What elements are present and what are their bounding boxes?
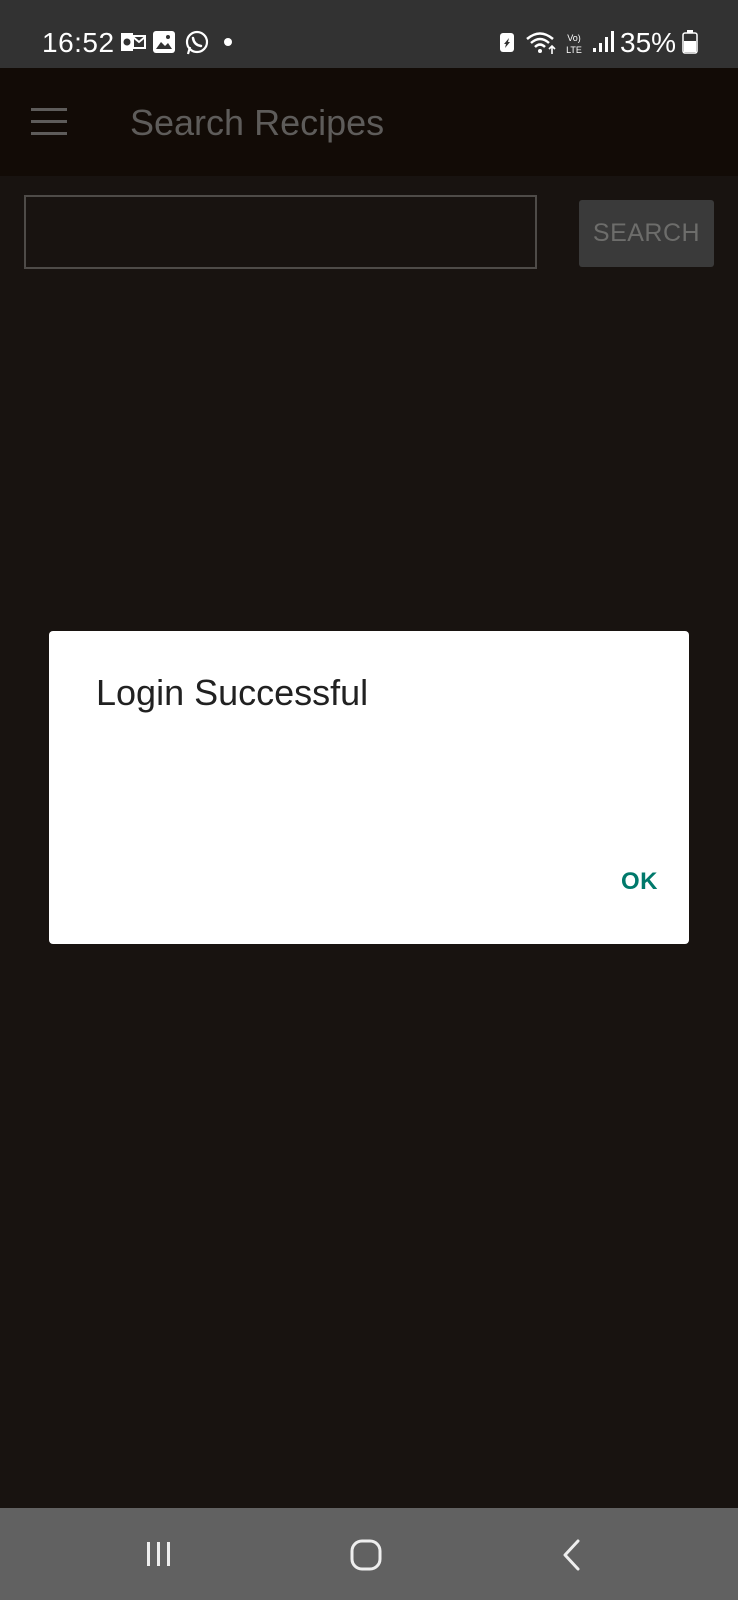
status-time: 16:52 xyxy=(42,27,115,58)
recents-icon[interactable] xyxy=(143,1538,175,1570)
battery-saver-icon xyxy=(500,33,514,52)
svg-text:Vo): Vo) xyxy=(567,33,581,43)
gallery-icon xyxy=(153,31,175,53)
whatsapp-icon xyxy=(185,30,209,55)
signal-icon xyxy=(593,31,614,52)
login-dialog: Login Successful OK xyxy=(49,631,689,944)
volte-icon: Vo) LTE xyxy=(566,33,582,55)
outlook-icon xyxy=(121,33,146,51)
hamburger-menu-icon[interactable] xyxy=(31,108,67,136)
battery-icon xyxy=(682,30,698,54)
app-bar: Search Recipes xyxy=(0,68,738,176)
battery-percentage: 35% xyxy=(620,27,677,58)
ok-button[interactable]: OK xyxy=(621,868,658,896)
status-bar: 16:52 Vo) LTE 35% xyxy=(0,0,738,68)
svg-text:LTE: LTE xyxy=(566,45,582,55)
home-icon[interactable] xyxy=(349,1538,383,1572)
dialog-title: Login Successful xyxy=(96,672,369,713)
wifi-icon xyxy=(526,32,556,54)
page-title: Search Recipes xyxy=(130,102,385,143)
search-input[interactable] xyxy=(24,195,537,269)
notification-dot xyxy=(224,38,232,46)
search-button[interactable]: SEARCH xyxy=(579,200,714,267)
navigation-bar xyxy=(0,1508,738,1600)
back-icon[interactable] xyxy=(560,1538,584,1572)
